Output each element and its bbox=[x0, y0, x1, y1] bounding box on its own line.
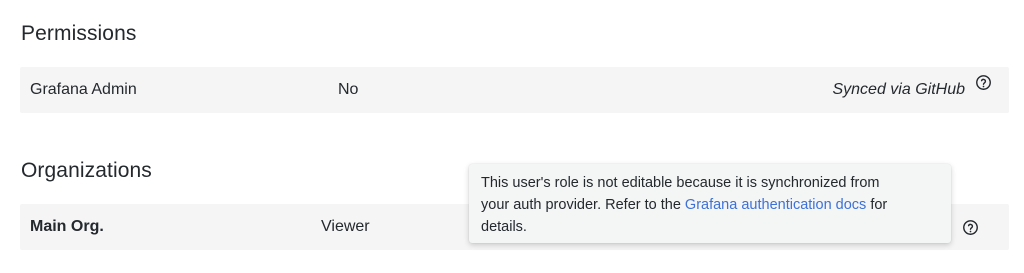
auth-docs-link[interactable]: Grafana authentication docs bbox=[685, 197, 866, 213]
tooltip-line-2: your auth provider. Refer to the Grafana… bbox=[481, 194, 939, 216]
tooltip-line-3: details. bbox=[481, 219, 527, 235]
permissions-row: Grafana Admin No Synced via GitHub bbox=[20, 67, 1009, 113]
tooltip-line-2-prefix: your auth provider. Refer to the bbox=[481, 197, 685, 213]
organization-role: Viewer bbox=[321, 218, 370, 235]
permission-value: No bbox=[338, 81, 359, 98]
tooltip-line-1: This user's role is not editable because… bbox=[481, 175, 880, 191]
user-admin-page: Permissions Grafana Admin No Synced via … bbox=[0, 0, 1024, 273]
role-sync-tooltip: This user's role is not editable because… bbox=[469, 164, 951, 243]
sync-status-text: Synced via GitHub bbox=[832, 81, 965, 98]
question-circle-icon[interactable] bbox=[975, 74, 992, 91]
permissions-title: Permissions bbox=[21, 22, 137, 45]
question-circle-icon[interactable] bbox=[962, 219, 979, 236]
tooltip-line-2-suffix: for bbox=[866, 197, 888, 213]
organization-name: Main Org. bbox=[30, 218, 104, 235]
permission-name: Grafana Admin bbox=[30, 81, 137, 98]
organizations-title: Organizations bbox=[21, 159, 152, 182]
